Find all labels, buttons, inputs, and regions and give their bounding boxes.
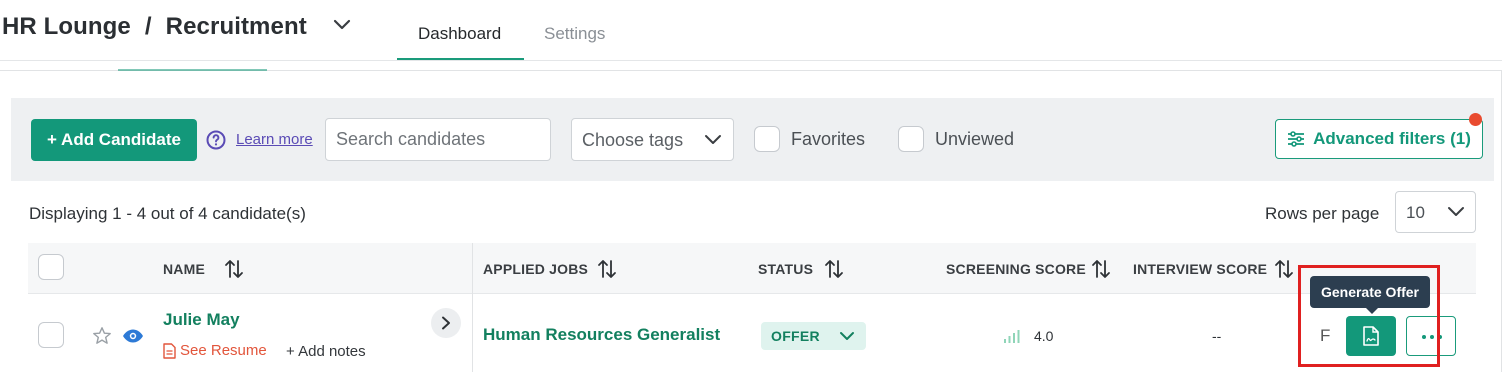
page-title: HR Lounge / Recruitment <box>2 13 307 41</box>
favorites-checkbox[interactable] <box>754 126 780 152</box>
help-icon[interactable] <box>206 130 226 150</box>
more-actions-button[interactable] <box>1406 316 1456 356</box>
generate-offer-button[interactable] <box>1346 316 1396 356</box>
see-resume-label: See Resume <box>180 342 267 359</box>
learn-more-link[interactable]: Learn more <box>236 131 313 148</box>
filter-notification-dot <box>1469 113 1482 126</box>
header-divider <box>0 60 1502 61</box>
offer-document-icon <box>1363 326 1379 346</box>
unviewed-label: Unviewed <box>935 129 1015 149</box>
tags-select-value: Choose tags <box>582 130 684 150</box>
add-notes-link[interactable]: + Add notes <box>286 343 366 360</box>
select-all-checkbox[interactable] <box>38 254 64 280</box>
column-header-interview-score: INTERVIEW SCORE <box>1133 261 1268 277</box>
status-dropdown[interactable]: OFFER <box>761 322 866 350</box>
workspace-name: HR Lounge <box>2 13 131 40</box>
sort-icon[interactable] <box>596 258 618 280</box>
generate-offer-tooltip: Generate Offer <box>1310 276 1430 314</box>
more-dots-icon <box>1422 335 1442 339</box>
tab-dashboard[interactable]: Dashboard <box>418 24 501 44</box>
star-icon[interactable] <box>92 326 112 346</box>
filter-bar <box>11 98 1494 181</box>
rows-per-page-value: 10 <box>1406 203 1425 222</box>
sort-icon[interactable] <box>823 258 845 280</box>
search-input[interactable] <box>325 118 551 161</box>
candidate-name-link[interactable]: Julie May <box>163 310 240 330</box>
sort-icon[interactable] <box>1090 258 1112 280</box>
screening-score-value: 4.0 <box>1034 328 1054 344</box>
chevron-down-icon[interactable] <box>331 14 353 36</box>
applied-job-link[interactable]: Human Resources Generalist <box>483 325 720 345</box>
chevron-down-icon <box>840 332 854 340</box>
see-resume-link[interactable]: See Resume <box>163 342 267 359</box>
chevron-down-icon <box>705 135 721 144</box>
status-value: OFFER <box>771 328 820 344</box>
row-checkbox[interactable] <box>38 322 64 348</box>
sort-icon[interactable] <box>223 258 245 280</box>
signal-bars-icon <box>1004 330 1020 343</box>
chevron-right-icon <box>442 316 450 330</box>
chevron-down-icon <box>1448 207 1464 216</box>
rows-per-page-label: Rows per page <box>1265 204 1380 223</box>
breadcrumb-separator: / <box>144 13 152 40</box>
tab-settings[interactable]: Settings <box>544 24 605 44</box>
interview-score-value: -- <box>1212 328 1222 344</box>
unviewed-checkbox[interactable] <box>898 126 924 152</box>
display-count: Displaying 1 - 4 out of 4 candidate(s) <box>29 204 306 223</box>
advanced-filters-button[interactable]: Advanced filters (1) <box>1275 119 1483 159</box>
top-bar: HR Lounge / Recruitment Dashboard Settings <box>0 0 1502 62</box>
sliders-icon <box>1288 131 1305 147</box>
sort-icon[interactable] <box>1273 258 1295 280</box>
column-header-screening-score: SCREENING SCORE <box>946 261 1086 277</box>
add-candidate-button[interactable]: + Add Candidate <box>31 119 197 161</box>
column-header-applied-jobs: APPLIED JOBS <box>483 261 589 277</box>
column-header-name: NAME <box>163 261 206 277</box>
tags-select[interactable]: Choose tags <box>571 118 734 161</box>
rows-per-page-select[interactable]: 10 <box>1395 191 1476 233</box>
eye-icon[interactable] <box>122 329 144 343</box>
favorites-label: Favorites <box>791 129 866 149</box>
column-divider <box>472 243 473 372</box>
clipped-cell-text: F <box>1320 326 1331 345</box>
sub-tab-indicator <box>118 69 267 71</box>
document-icon <box>163 342 176 359</box>
section-name: Recruitment <box>165 13 307 40</box>
advanced-filters-label: Advanced filters (1) <box>1313 129 1471 148</box>
column-header-status: STATUS <box>758 261 814 277</box>
expand-row-button[interactable] <box>431 308 461 338</box>
